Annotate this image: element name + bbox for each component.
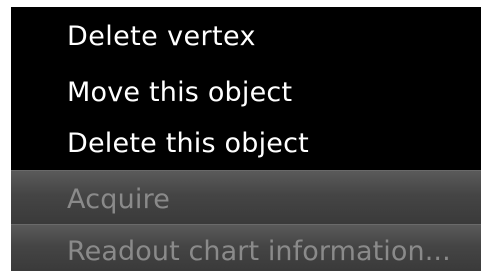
menu-item-delete-this-object[interactable]: Delete this object	[11, 118, 481, 170]
menu-item-acquire: Acquire	[11, 170, 481, 224]
menu-item-label: Delete vertex	[67, 21, 256, 52]
menu-item-delete-vertex[interactable]: Delete vertex	[11, 7, 481, 65]
menu-item-label: Readout chart information...	[67, 236, 451, 267]
menu-item-move-this-object[interactable]: Move this object	[11, 65, 481, 118]
menu-item-label: Move this object	[67, 77, 293, 108]
menu-item-label: Acquire	[67, 184, 171, 215]
menu-item-readout-chart-information: Readout chart information...	[11, 224, 481, 271]
context-menu: Delete vertex Move this object Delete th…	[11, 7, 481, 271]
menu-item-label: Delete this object	[67, 128, 309, 159]
